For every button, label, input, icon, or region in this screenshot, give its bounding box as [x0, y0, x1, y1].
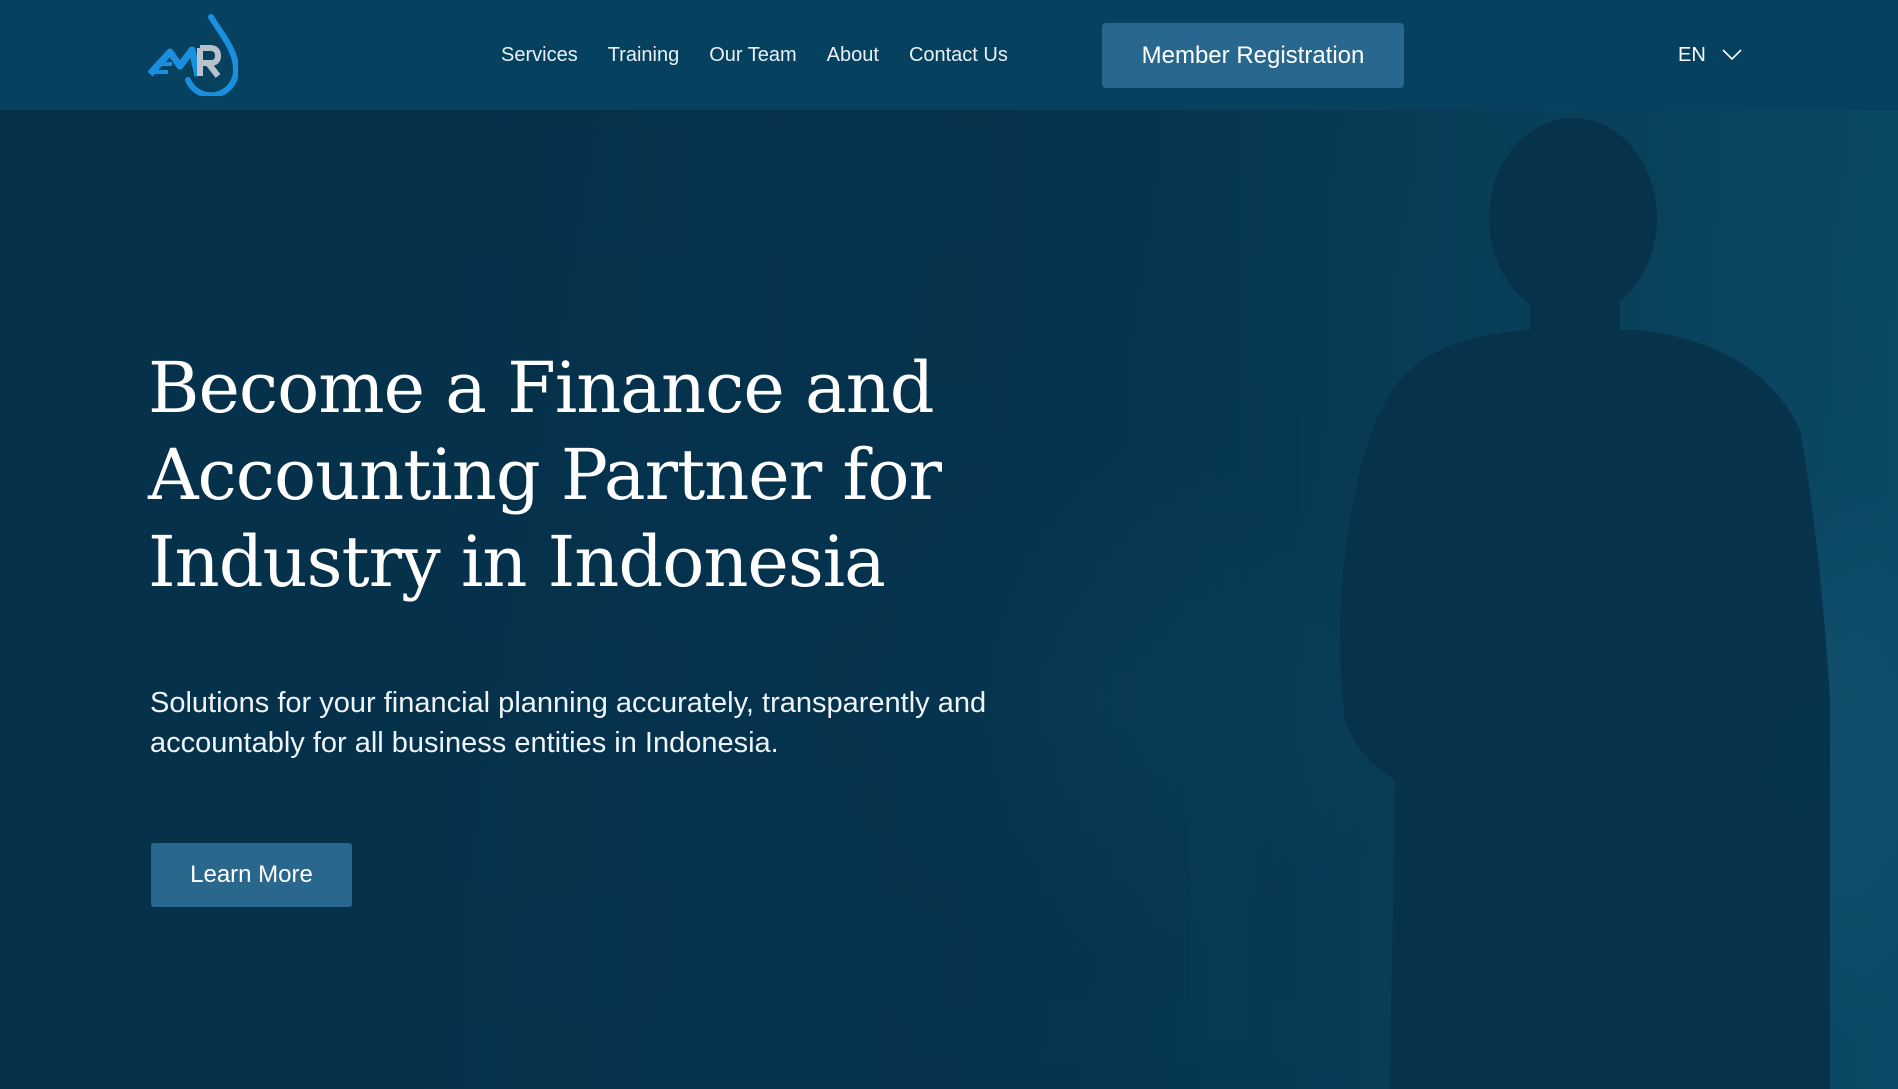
- nav-item-our-team[interactable]: Our Team: [709, 40, 796, 70]
- learn-more-button[interactable]: Learn More: [151, 843, 352, 907]
- hero-subtitle: Solutions for your financial planning ac…: [150, 683, 1110, 763]
- member-registration-button[interactable]: Member Registration: [1102, 23, 1404, 88]
- nav-item-about[interactable]: About: [827, 40, 879, 70]
- page: Services Training Our Team About Contact…: [0, 0, 1898, 1089]
- brand-logo[interactable]: [147, 14, 240, 99]
- hero-title-line: Accounting Partner for: [148, 434, 942, 516]
- droplet-mr-logo-icon: [147, 14, 240, 99]
- main-nav: Services Training Our Team About Contact…: [501, 40, 1008, 70]
- chevron-down-icon: [1722, 49, 1742, 61]
- hero-title: Become a Finance and Accounting Partner …: [148, 345, 1008, 606]
- language-label: EN: [1678, 43, 1706, 66]
- language-selector[interactable]: EN: [1678, 40, 1742, 70]
- nav-item-contact-us[interactable]: Contact Us: [909, 40, 1008, 70]
- hero-title-line: Become a Finance and: [148, 347, 935, 429]
- hero-subtitle-line: Solutions for your financial planning ac…: [150, 687, 987, 719]
- hero-subtitle-line: accountably for all business entities in…: [150, 727, 779, 759]
- site-header: Services Training Our Team About Contact…: [0, 0, 1898, 110]
- nav-item-services[interactable]: Services: [501, 40, 578, 70]
- nav-item-training[interactable]: Training: [608, 40, 680, 70]
- hero-title-line: Industry in Indonesia: [148, 521, 886, 603]
